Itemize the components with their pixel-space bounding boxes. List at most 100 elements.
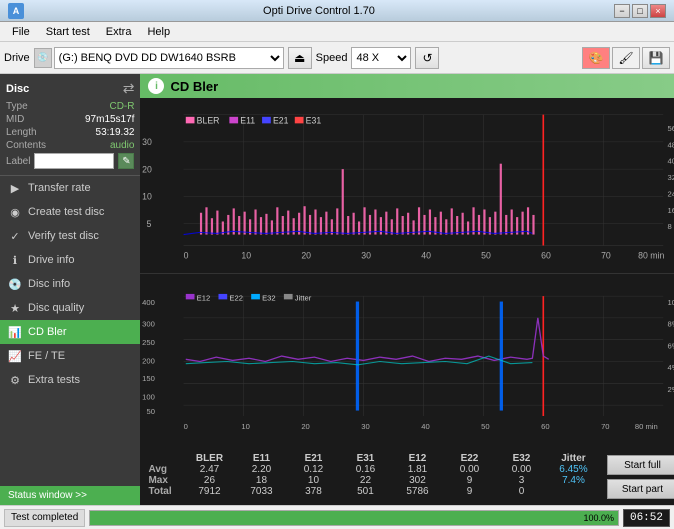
stats-max-row: Max 26 18 10 22 302 9 3 7.4% [148,475,599,486]
color-button-1[interactable]: 🎨 [582,47,610,69]
drive-icon: 💿 [34,48,52,68]
titlebar: A Opti Drive Control 1.70 − □ × [0,0,674,22]
sidebar-item-create-test-disc[interactable]: ◉ Create test disc [0,200,140,224]
disc-length-label: Length [6,127,37,138]
stats-total-bler: 7912 [183,486,235,497]
svg-text:6%: 6% [668,341,674,350]
sidebar-item-label-extra-tests: Extra tests [28,374,80,386]
stats-avg-bler: 2.47 [183,464,235,475]
sidebar-item-transfer-rate[interactable]: ▶ Transfer rate [0,176,140,200]
maximize-button[interactable]: □ [632,4,648,18]
disc-label-row: Label ✎ [6,153,134,169]
svg-text:Jitter: Jitter [295,293,312,302]
menu-start-test[interactable]: Start test [38,24,98,40]
status-text: Test completed [11,512,78,523]
svg-text:E21: E21 [273,115,289,125]
disc-refresh-icon[interactable]: ⇄ [123,80,135,97]
stats-total-e12: 5786 [391,486,443,497]
stats-total-e31: 501 [339,486,391,497]
disc-label-button[interactable]: ✎ [118,153,134,169]
extra-tests-icon: ⚙ [8,373,22,387]
stats-max-jitter: 7.4% [547,475,599,486]
sidebar-item-drive-info[interactable]: ℹ Drive info [0,248,140,272]
svg-text:30: 30 [143,137,153,147]
disc-quality-icon: ★ [8,301,22,315]
svg-text:20: 20 [302,422,310,431]
create-test-disc-icon: ◉ [8,205,22,219]
disc-label-input[interactable] [34,153,114,169]
svg-text:BLER: BLER [197,115,220,125]
save-button[interactable]: 💾 [642,47,670,69]
stats-max-e11: 18 [235,475,287,486]
sidebar-item-verify-test-disc[interactable]: ✓ Verify test disc [0,224,140,248]
stats-avg-e11: 2.20 [235,464,287,475]
svg-text:24 X: 24 X [668,189,674,198]
sidebar-item-cd-bler[interactable]: 📊 CD Bler [0,320,140,344]
stats-grid: BLER E11 E21 E31 E12 E22 E32 Jitter Avg … [148,453,599,497]
fe-te-icon: 📈 [8,349,22,363]
stats-avg-jitter: 6.45% [547,464,599,475]
stats-max-e21: 10 [287,475,339,486]
charts-area: BLER E11 E21 E31 30 20 10 5 56 X 48 X 40… [140,98,674,505]
chart-header-icon: i [148,78,164,94]
refresh-button[interactable]: ↺ [415,47,439,69]
chart-title: CD Bler [170,79,218,94]
svg-text:400: 400 [143,298,156,307]
svg-text:8%: 8% [668,320,674,329]
menu-help[interactable]: Help [139,24,178,40]
top-chart-svg: BLER E11 E21 E31 30 20 10 5 56 X 48 X 40… [140,98,674,273]
top-chart: BLER E11 E21 E31 30 20 10 5 56 X 48 X 40… [140,98,674,274]
svg-text:E12: E12 [197,293,211,302]
eject-button[interactable]: ⏏ [288,47,312,69]
svg-text:80 min: 80 min [639,251,665,261]
status-window-button[interactable]: Status window >> [0,486,140,505]
svg-text:300: 300 [143,320,156,329]
stats-avg-e31: 0.16 [339,464,391,475]
svg-text:16 X: 16 X [668,206,674,215]
svg-text:40: 40 [422,422,430,431]
svg-text:80 min: 80 min [635,422,658,431]
disc-mid-row: MID 97m15s17f [6,114,134,125]
disc-type-value: CD-R [109,101,134,112]
disc-info-icon: 💿 [8,277,22,291]
sidebar-item-extra-tests[interactable]: ⚙ Extra tests [0,368,140,392]
sidebar-item-label-create-test-disc: Create test disc [28,206,104,218]
stats-header-row: BLER E11 E21 E31 E12 E22 E32 Jitter [148,453,599,464]
disc-mid-label: MID [6,114,24,125]
disc-length-value: 53:19.32 [96,127,135,138]
drive-section: 💿 (G:) BENQ DVD DD DW1640 BSRB [34,47,284,69]
progress-bar: 100.0% [90,511,618,525]
stats-avg-e32: 0.00 [495,464,547,475]
drive-select[interactable]: (G:) BENQ DVD DD DW1640 BSRB [54,47,284,69]
speed-select[interactable]: 48 X [351,47,411,69]
start-full-button[interactable]: Start full [607,455,674,475]
svg-text:32 X: 32 X [668,173,674,182]
close-button[interactable]: × [650,4,666,18]
sidebar-item-label-disc-quality: Disc quality [28,302,84,314]
stats-col-e11: E11 [235,453,287,464]
svg-text:100: 100 [143,393,156,402]
svg-text:60: 60 [542,251,552,261]
time-display: 06:52 [623,509,670,527]
sidebar-item-disc-quality[interactable]: ★ Disc quality [0,296,140,320]
disc-type-label: Type [6,101,28,112]
svg-text:10: 10 [242,422,250,431]
sidebar-item-label-cd-bler: CD Bler [28,326,67,338]
sidebar-item-fe-te[interactable]: 📈 FE / TE [0,344,140,368]
svg-text:0: 0 [184,251,189,261]
stats-total-jitter [547,486,599,497]
stats-col-bler: BLER [183,453,235,464]
menu-file[interactable]: File [4,24,38,40]
svg-text:E11: E11 [241,115,256,125]
start-part-button[interactable]: Start part [607,479,674,499]
toolbar: Drive 💿 (G:) BENQ DVD DD DW1640 BSRB ⏏ S… [0,42,674,74]
minimize-button[interactable]: − [614,4,630,18]
color-button-2[interactable]: 🖌 [612,47,640,69]
stats-avg-e21: 0.12 [287,464,339,475]
svg-text:50: 50 [482,422,490,431]
svg-text:5: 5 [147,219,152,229]
sidebar-item-disc-info[interactable]: 💿 Disc info [0,272,140,296]
stats-avg-e12: 1.81 [391,464,443,475]
menu-extra[interactable]: Extra [98,24,140,40]
svg-text:200: 200 [143,357,156,366]
